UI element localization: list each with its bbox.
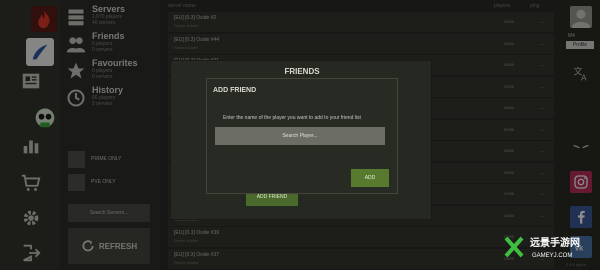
dialog-instruction: Enter the name of the player you want to…: [223, 115, 361, 121]
search-player-input[interactable]: Search Player...: [215, 127, 385, 145]
dialog-title: ADD FRIEND: [213, 87, 257, 94]
dialog-add-button[interactable]: ADD: [351, 169, 389, 187]
watermark-url: GAMEYJ.COM: [532, 253, 572, 259]
add-friend-dialog: ADD FRIEND Enter the name of the player …: [206, 78, 398, 194]
watermark-brand: 远景手游网: [530, 236, 580, 249]
site-watermark: 远景手游网 GAMEYJ.COM: [500, 232, 600, 262]
friends-window-title: FRIENDS: [284, 67, 320, 76]
